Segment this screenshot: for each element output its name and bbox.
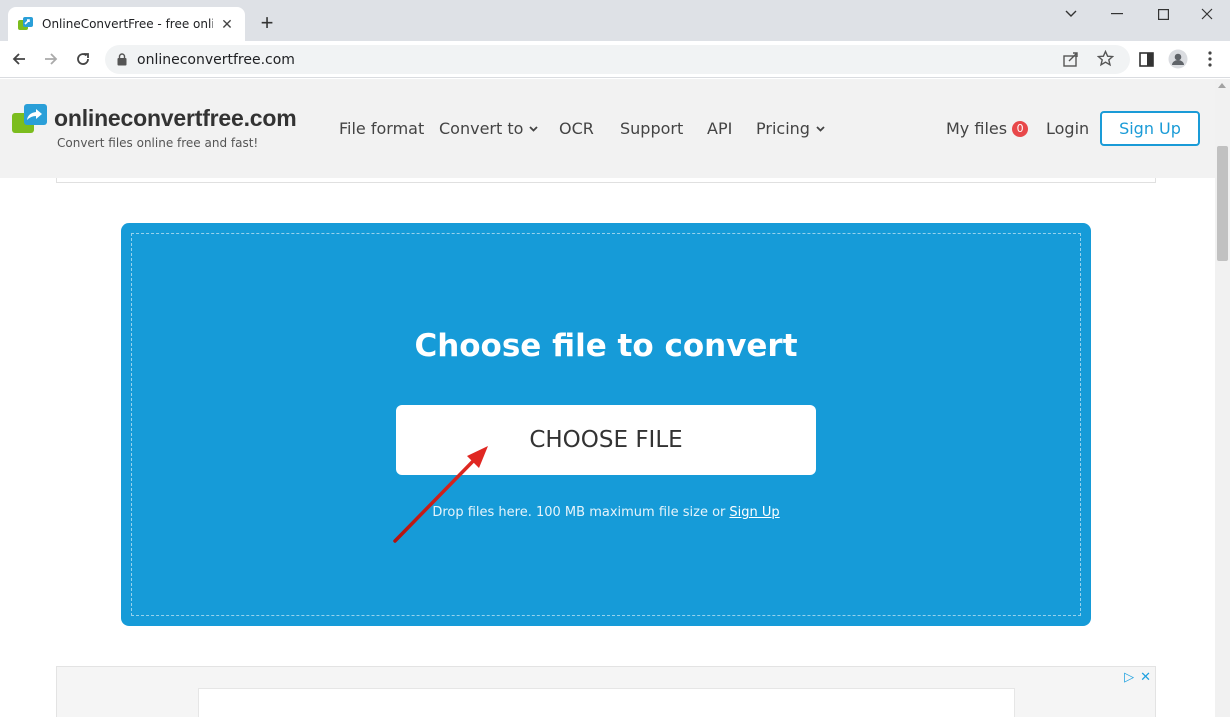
reload-icon[interactable] [70, 47, 96, 71]
nav-file-format[interactable]: File format [339, 119, 424, 138]
nav-ocr[interactable]: OCR [559, 119, 594, 138]
browser-tab-bar: OnlineConvertFree - free online ✕ + [0, 0, 1230, 41]
advertisement-area: ▷ ✕ [56, 666, 1156, 717]
back-icon[interactable] [6, 47, 32, 71]
lock-icon [117, 53, 127, 66]
upload-note: Drop files here. 100 MB maximum file siz… [121, 505, 1091, 520]
ad-controls: ▷ ✕ [1124, 669, 1151, 685]
side-panel-icon[interactable] [1133, 47, 1159, 71]
my-files-label: My files [946, 119, 1008, 138]
tab-search-icon[interactable] [1048, 2, 1094, 26]
nav-support[interactable]: Support [620, 119, 683, 138]
chevron-down-icon [529, 125, 539, 132]
signup-button[interactable]: Sign Up [1100, 111, 1200, 146]
content-divider [56, 178, 1156, 183]
tab-close-icon[interactable]: ✕ [219, 16, 235, 32]
nav-label: API [707, 119, 733, 138]
nav-convert-to[interactable]: Convert to [439, 119, 539, 138]
login-label: Login [1046, 119, 1090, 138]
scroll-up-icon[interactable] [1218, 83, 1226, 88]
login-link[interactable]: Login [1046, 119, 1089, 138]
new-tab-icon[interactable]: + [256, 12, 278, 35]
logo-text[interactable]: onlineconvertfree.com [54, 105, 297, 132]
ad-choices-icon[interactable]: ▷ [1124, 669, 1134, 685]
browser-toolbar: onlineconvertfree.com [0, 41, 1230, 78]
upload-title: Choose file to convert [414, 328, 798, 364]
page-scrollbar[interactable] [1215, 79, 1230, 717]
address-bar[interactable]: onlineconvertfree.com [105, 45, 1130, 74]
nav-label: Support [620, 119, 684, 138]
my-files-count-badge: 0 [1012, 120, 1029, 137]
chevron-down-icon [816, 125, 825, 132]
nav-label: File format [339, 119, 425, 138]
nav-api[interactable]: API [707, 119, 732, 138]
upload-signup-link[interactable]: Sign Up [729, 505, 779, 520]
menu-kebab-icon[interactable] [1197, 47, 1223, 71]
scrollbar-thumb[interactable] [1217, 146, 1228, 261]
tab-title: OnlineConvertFree - free online [42, 17, 213, 31]
minimize-icon[interactable] [1094, 2, 1140, 26]
annotation-arrow-icon [393, 446, 488, 543]
close-window-icon[interactable] [1184, 2, 1230, 26]
url-text: onlineconvertfree.com [137, 51, 295, 68]
nav-label: Convert to [439, 119, 524, 138]
site-favicon-icon [18, 17, 33, 30]
bookmark-star-icon[interactable] [1096, 49, 1115, 72]
share-icon[interactable] [1063, 51, 1080, 72]
ad-close-icon[interactable]: ✕ [1140, 669, 1151, 685]
logo-tagline: Convert files online free and fast! [57, 136, 259, 150]
forward-icon[interactable] [38, 47, 64, 71]
upload-dropzone[interactable]: Choose file to convert CHOOSE FILE Drop … [121, 223, 1091, 626]
profile-avatar-icon[interactable] [1165, 47, 1191, 71]
browser-tab[interactable]: OnlineConvertFree - free online ✕ [8, 7, 245, 41]
maximize-icon[interactable] [1140, 2, 1186, 26]
my-files-link[interactable]: My files 0 [946, 119, 1029, 138]
logo-icon[interactable] [12, 104, 48, 134]
nav-label: OCR [559, 119, 594, 138]
nav-pricing[interactable]: Pricing [756, 119, 825, 138]
site-header: onlineconvertfree.com Convert files onli… [0, 79, 1215, 178]
nav-label: Pricing [756, 119, 810, 138]
advertisement-frame [198, 688, 1015, 717]
